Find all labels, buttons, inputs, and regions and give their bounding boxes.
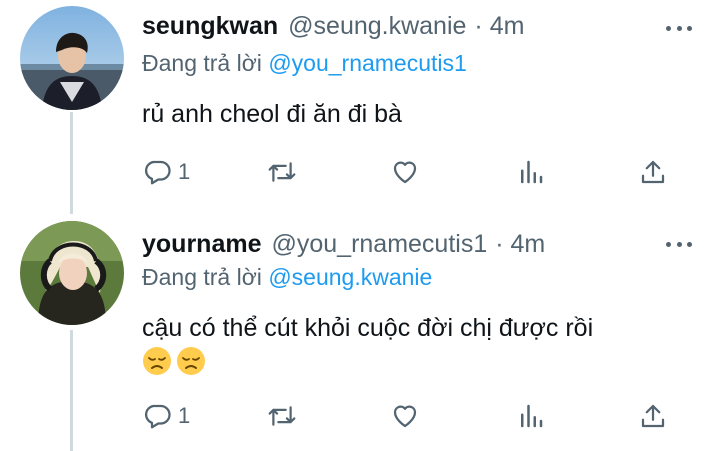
reply-count: 1: [178, 403, 191, 428]
share-icon: [638, 401, 668, 431]
tweet-yourname[interactable]: yourname @you_rnamecutis1 · 4m Đang trả …: [0, 214, 720, 451]
disappointed-face-icon: [142, 346, 172, 381]
mention-link[interactable]: @seung.kwanie: [268, 264, 432, 290]
reply-button[interactable]: 1: [142, 396, 190, 436]
replying-to: Đang trả lời @seung.kwanie: [142, 264, 432, 291]
share-button[interactable]: [638, 396, 668, 436]
views-button[interactable]: [516, 152, 546, 192]
views-icon: [516, 157, 546, 187]
tweet-header: yourname @you_rnamecutis1 · 4m: [142, 230, 545, 264]
mention-link[interactable]: @you_rnamecutis1: [268, 50, 467, 76]
retweet-button[interactable]: [266, 152, 298, 192]
tweet-text: cậu có thể cút khỏi cuộc đời chị được rồ…: [142, 314, 594, 342]
reply-button[interactable]: 1: [142, 152, 190, 192]
action-bar: 1: [142, 396, 682, 436]
display-name[interactable]: yourname: [142, 230, 261, 259]
retweet-icon: [266, 157, 298, 187]
views-button[interactable]: [516, 396, 546, 436]
disappointed-face-icon: [176, 346, 206, 381]
like-button[interactable]: [390, 152, 420, 192]
username-handle[interactable]: @seung.kwanie: [288, 12, 466, 41]
more-options-icon[interactable]: [666, 240, 692, 248]
replying-prefix: Đang trả lời: [142, 264, 262, 290]
tweet-seungkwan[interactable]: seungkwan @seung.kwanie · 4m Đang trả lờ…: [0, 0, 720, 214]
reply-icon: [142, 401, 172, 431]
timestamp[interactable]: · 4m: [495, 230, 545, 259]
display-name[interactable]: seungkwan: [142, 12, 278, 41]
replying-prefix: Đang trả lời: [142, 50, 262, 76]
like-button[interactable]: [390, 396, 420, 436]
retweet-button[interactable]: [266, 396, 298, 436]
avatar[interactable]: [20, 6, 124, 110]
reply-icon: [142, 157, 172, 187]
views-icon: [516, 401, 546, 431]
like-icon: [390, 401, 420, 431]
like-icon: [390, 157, 420, 187]
reply-count: 1: [178, 159, 191, 184]
avatar[interactable]: [20, 221, 124, 325]
username-handle[interactable]: @you_rnamecutis1: [271, 230, 487, 259]
emoji-row: [142, 346, 206, 381]
more-options-icon[interactable]: [666, 24, 692, 32]
share-icon: [638, 157, 668, 187]
tweet-text: rủ anh cheol đi ăn đi bà: [142, 100, 402, 128]
replying-to: Đang trả lời @you_rnamecutis1: [142, 50, 467, 77]
action-bar: 1: [142, 152, 682, 192]
tweet-header: seungkwan @seung.kwanie · 4m: [142, 12, 524, 46]
timestamp[interactable]: · 4m: [474, 12, 524, 41]
share-button[interactable]: [638, 152, 668, 192]
retweet-icon: [266, 401, 298, 431]
